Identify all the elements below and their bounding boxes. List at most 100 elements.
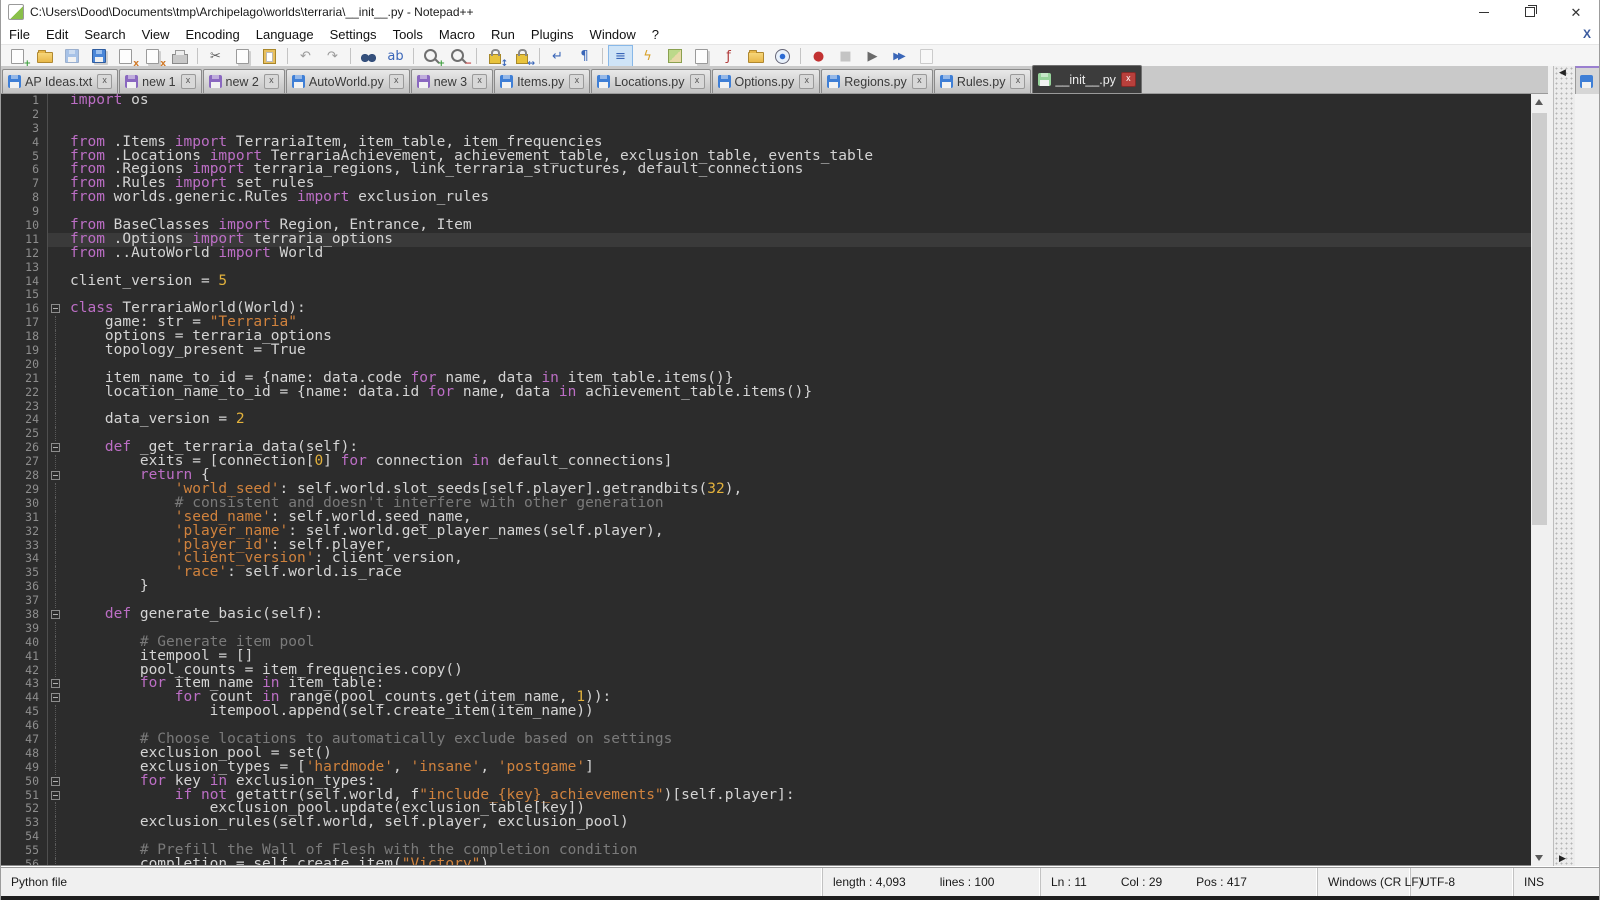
zoom-out-icon [451, 49, 464, 62]
menu-window[interactable]: Window [582, 26, 644, 43]
tab-new-1[interactable]: new 1x [119, 69, 201, 93]
close-window-button[interactable]: ✕ [1553, 0, 1599, 24]
menu-file[interactable]: File [1, 26, 38, 43]
tab-close-icon[interactable]: x [569, 74, 584, 89]
user-defined-language-button[interactable]: ϟ [635, 45, 660, 67]
function-list-button[interactable]: ƒ [716, 45, 741, 67]
menu-plugins[interactable]: Plugins [523, 26, 582, 43]
fold-guide-line [55, 427, 56, 441]
tab-close-icon[interactable]: x [264, 74, 279, 89]
tab-items-py[interactable]: Items.pyx [494, 69, 590, 93]
fold-collapse-icon[interactable] [51, 679, 60, 688]
folder-as-workspace-button[interactable] [743, 45, 768, 67]
docked-panel-tab[interactable] [1575, 66, 1599, 94]
sync-horizontal-scroll-button[interactable]: ↔ [509, 45, 534, 67]
replace-button[interactable]: ab [383, 45, 408, 67]
document-map-button[interactable] [662, 45, 687, 67]
collapse-right-icon[interactable]: ▶ [1559, 854, 1566, 864]
file-icon [1580, 75, 1593, 88]
fold-collapse-icon[interactable] [51, 443, 60, 452]
macro-run-multiple-button[interactable]: ▶▶ [887, 45, 912, 67]
fold-collapse-icon[interactable] [51, 791, 60, 800]
tab-regions-py[interactable]: Regions.pyx [821, 69, 933, 93]
fold-collapse-icon[interactable] [51, 610, 60, 619]
close-file-button[interactable]: x [113, 45, 138, 67]
sync-vertical-scroll-button[interactable]: ↕ [482, 45, 507, 67]
tab-close-icon[interactable]: x [690, 74, 705, 89]
restore-button[interactable] [1507, 0, 1553, 24]
tab--init-py[interactable]: __init__.py x [1032, 65, 1141, 93]
document-list-button[interactable] [689, 45, 714, 67]
code-text: client_version = 5 [65, 275, 1531, 289]
menu-help[interactable]: ? [644, 26, 667, 43]
print-button[interactable] [167, 45, 192, 67]
menu-macro[interactable]: Macro [431, 26, 483, 43]
menu-settings[interactable]: Settings [322, 26, 385, 43]
menu-view[interactable]: View [134, 26, 178, 43]
close-document-x[interactable]: X [1583, 27, 1591, 41]
code-editor[interactable]: 1import os234from .Items import Terraria… [1, 94, 1531, 866]
menu-encoding[interactable]: Encoding [178, 26, 248, 43]
tab-new-2[interactable]: new 2x [203, 69, 285, 93]
status-lines: lines : 100 [940, 875, 995, 889]
docked-panel-splitter[interactable]: ◀ ▶ [1553, 66, 1575, 866]
paste-button[interactable] [257, 45, 282, 67]
close-all-button[interactable]: x [140, 45, 165, 67]
tab-locations-py[interactable]: Locations.pyx [591, 69, 710, 93]
tab-close-icon[interactable]: x [1010, 74, 1025, 89]
zoom-in-button[interactable]: + [419, 45, 444, 67]
macro-stop-button[interactable]: ■ [833, 45, 858, 67]
tab-ap-ideas-txt[interactable]: AP Ideas.txtx [2, 69, 118, 93]
line-number: 35 [1, 566, 44, 580]
tab-new-3[interactable]: new 3x [411, 69, 493, 93]
find-button[interactable] [356, 45, 381, 67]
menu-tools[interactable]: Tools [385, 26, 431, 43]
menu-run[interactable]: Run [483, 26, 523, 43]
tab-close-icon[interactable]: x [472, 74, 487, 89]
tab-close-icon[interactable]: x [1121, 72, 1136, 87]
fold-collapse-icon[interactable] [51, 471, 60, 480]
show-all-characters-button[interactable]: ¶ [572, 45, 597, 67]
fold-guide-line [55, 566, 56, 580]
tab-close-icon[interactable]: x [799, 74, 814, 89]
cut-button[interactable]: ✂ [203, 45, 228, 67]
line-number: 15 [1, 288, 44, 302]
tab-label: __init__.py [1055, 73, 1115, 87]
copy-button[interactable] [230, 45, 255, 67]
new-file-button[interactable]: + [5, 45, 30, 67]
zoom-out-button[interactable]: − [446, 45, 471, 67]
fold-collapse-icon[interactable] [51, 304, 60, 313]
scroll-down-arrow[interactable] [1531, 849, 1548, 866]
macro-play-button[interactable]: ▶ [860, 45, 885, 67]
code-text: exits = [connection[0] for connection in… [65, 455, 1531, 469]
menu-language[interactable]: Language [248, 26, 322, 43]
menu-search[interactable]: Search [76, 26, 133, 43]
open-file-button[interactable] [32, 45, 57, 67]
tab-close-icon[interactable]: x [181, 74, 196, 89]
tab-autoworld-py[interactable]: AutoWorld.pyx [286, 69, 410, 93]
minimize-button[interactable] [1461, 0, 1507, 24]
menu-edit[interactable]: Edit [38, 26, 76, 43]
scrollbar-thumb[interactable] [1532, 113, 1547, 525]
redo-button[interactable]: ↷ [320, 45, 345, 67]
fold-guide-line [55, 830, 56, 844]
undo-button[interactable]: ↶ [293, 45, 318, 67]
save-all-button[interactable] [86, 45, 111, 67]
file-icon [209, 75, 222, 88]
fold-collapse-icon[interactable] [51, 777, 60, 786]
tab-rules-py[interactable]: Rules.pyx [934, 69, 1032, 93]
tab-close-icon[interactable]: x [912, 74, 927, 89]
indent-guide-button[interactable]: ≡ [608, 45, 633, 67]
collapse-left-icon[interactable]: ◀ [1559, 68, 1566, 78]
fold-collapse-icon[interactable] [51, 693, 60, 702]
vertical-scrollbar[interactable] [1531, 94, 1548, 866]
save-button[interactable] [59, 45, 84, 67]
monitoring-button[interactable] [770, 45, 795, 67]
word-wrap-button[interactable]: ↵ [545, 45, 570, 67]
macro-record-button[interactable]: ● [806, 45, 831, 67]
tab-options-py[interactable]: Options.pyx [712, 69, 821, 93]
scroll-up-arrow[interactable] [1531, 94, 1548, 111]
macro-save-button[interactable] [914, 45, 939, 67]
tab-close-icon[interactable]: x [389, 74, 404, 89]
tab-close-icon[interactable]: x [97, 74, 112, 89]
